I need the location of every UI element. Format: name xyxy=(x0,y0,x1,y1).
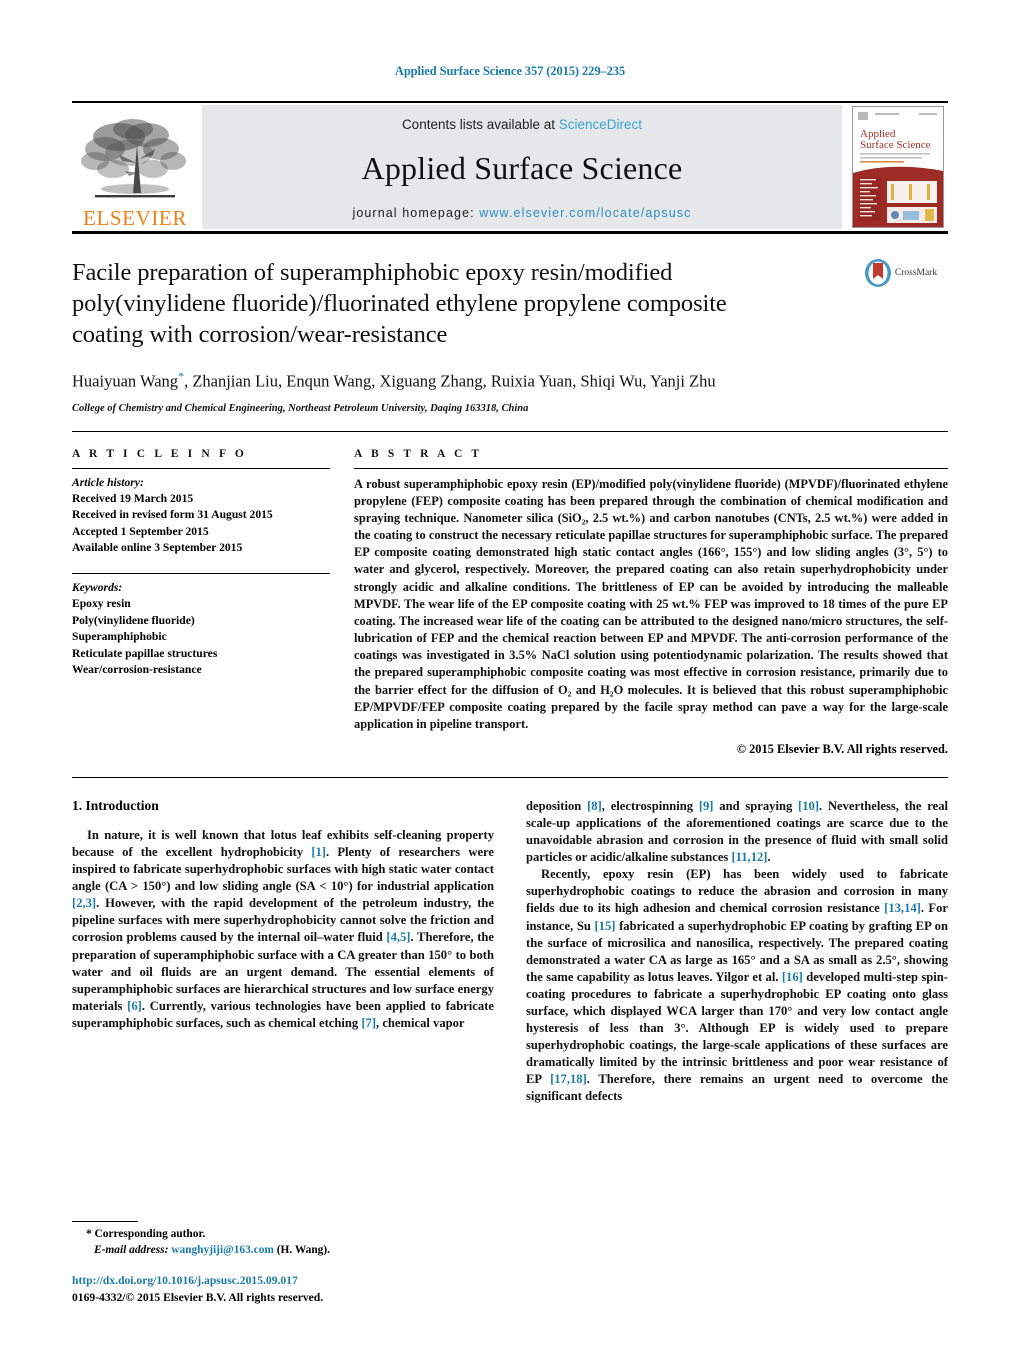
running-head: Applied Surface Science 357 (2015) 229–2… xyxy=(394,64,626,78)
citation-ref-6[interactable]: [6] xyxy=(127,999,142,1013)
history-item: Available online 3 September 2015 xyxy=(72,541,243,555)
text-run: , electrospinning xyxy=(601,799,699,814)
elsevier-tree-icon xyxy=(81,119,186,198)
footnote-text: * Corresponding author. E-mail address: … xyxy=(72,1227,496,1259)
abstract-column: A B S T R A C T A robust superamphiphobi… xyxy=(354,448,948,758)
article-info-column: A R T I C L E I N F O Article history: R… xyxy=(72,448,330,758)
affiliation: College of Chemistry and Chemical Engine… xyxy=(72,402,529,414)
body-column-left: 1. Introduction In nature, it is well kn… xyxy=(72,798,494,1105)
article-info-heading: A R T I C L E I N F O xyxy=(72,447,247,460)
crossmark-icon xyxy=(864,259,891,287)
journal-homepage-line: journal homepage: www.elsevier.com/locat… xyxy=(352,206,691,220)
citation-ref-2-3[interactable]: [2,3] xyxy=(72,896,96,910)
citation-ref-11-12[interactable]: [11,12] xyxy=(731,850,767,864)
issn-copyright-line: 0169-4332/© 2015 Elsevier B.V. All right… xyxy=(72,1291,324,1305)
citation-ref-9[interactable]: [9] xyxy=(699,799,714,813)
text-run: . Therefore, there remains an urgent nee… xyxy=(526,1072,949,1104)
journal-masthead: ELSEVIER Contents lists available at Sci… xyxy=(72,103,948,231)
footnote-corresponding-text: Corresponding author. xyxy=(91,1228,206,1241)
keyword-item: Epoxy resin xyxy=(72,597,131,611)
keyword-item: Reticulate papillae structures xyxy=(72,646,218,660)
elsevier-wordmark: ELSEVIER xyxy=(83,206,187,230)
footer-doi-block: http://dx.doi.org/10.1016/j.apsusc.2015.… xyxy=(72,1273,323,1307)
corresponding-author-note: * Corresponding author. xyxy=(72,1227,496,1243)
citation-ref-8[interactable]: [8] xyxy=(587,799,602,813)
history-item: Received 19 March 2015 xyxy=(72,491,194,505)
keyword-item: Poly(vinylidene fluoride) xyxy=(72,613,195,627)
abstract-copyright: © 2015 Elsevier B.V. All rights reserved… xyxy=(736,742,948,757)
footnote-area: * Corresponding author. E-mail address: … xyxy=(72,1221,496,1259)
email-link[interactable]: wanghyjiji@163.com xyxy=(171,1244,274,1256)
history-item: Received in revised form 31 August 2015 xyxy=(72,508,273,522)
footnote-rule xyxy=(72,1221,138,1223)
section-heading-introduction: 1. Introduction xyxy=(72,798,159,814)
citation-ref-7[interactable]: [7] xyxy=(361,1016,376,1030)
text-run: developed multi-step spin-coating proced… xyxy=(526,969,948,1087)
masthead-center: Contents lists available at ScienceDirec… xyxy=(202,105,842,229)
citation-ref-17-18[interactable]: [17,18] xyxy=(550,1072,587,1086)
paragraph-intro-right-2: Recently, epoxy resin (EP) has been wide… xyxy=(526,866,948,1105)
text-run: deposition xyxy=(526,799,588,814)
keyword-item: Superamphiphobic xyxy=(72,630,167,644)
abstract-heading: A B S T R A C T xyxy=(354,447,483,460)
crossmark-label: CrossMark xyxy=(894,268,938,278)
homepage-url-link[interactable]: www.elsevier.com/locate/apsusc xyxy=(479,206,691,220)
paragraph-intro-left: In nature, it is well known that lotus l… xyxy=(72,827,494,1032)
text-run: . xyxy=(767,850,771,865)
page-title: Facile preparation of superamphiphobic e… xyxy=(72,259,727,348)
crossmark-badge[interactable]: CrossMark xyxy=(852,258,948,288)
author-list-rest: , Zhanjian Liu, Enqun Wang, Xiguang Zhan… xyxy=(184,371,716,391)
journal-cover-image: Applied Surface Science xyxy=(852,106,944,228)
contents-available-line: Contents lists available at ScienceDirec… xyxy=(402,117,642,132)
email-label: E-mail address: xyxy=(94,1244,169,1257)
article-history-block: Article history: Received 19 March 2015 … xyxy=(72,469,330,557)
contents-prefix: Contents lists available at xyxy=(401,117,559,132)
sciencedirect-link[interactable]: ScienceDirect xyxy=(559,117,642,132)
email-owner: (H. Wang). xyxy=(273,1244,331,1257)
info-and-abstract: A R T I C L E I N F O Article history: R… xyxy=(72,432,948,758)
title-area: CrossMark Facile preparation of superamp… xyxy=(72,234,948,414)
keywords-block: Keywords: Epoxy resin Poly(vinylidene fl… xyxy=(72,574,330,679)
journal-title: Applied Surface Science xyxy=(361,150,683,187)
email-note: E-mail address: wanghyjiji@163.com (H. W… xyxy=(72,1243,496,1259)
citation-ref-10[interactable]: [10] xyxy=(798,799,819,813)
abstract-text: A robust superamphiphobic epoxy resin (E… xyxy=(354,476,948,731)
homepage-label: journal homepage: xyxy=(352,206,480,220)
citation-ref-1[interactable]: [1] xyxy=(311,845,326,859)
paragraph-intro-right-1: deposition [8], electrospinning [9] and … xyxy=(526,798,948,866)
corresponding-author-name: Huaiyuan Wang xyxy=(72,371,179,391)
body-columns: 1. Introduction In nature, it is well kn… xyxy=(72,778,948,1105)
journal-cover-art-icon: Applied Surface Science xyxy=(853,107,943,227)
history-item: Accepted 1 September 2015 xyxy=(72,524,209,538)
keywords-label: Keywords: xyxy=(72,580,123,594)
journal-cover-block: Applied Surface Science xyxy=(848,103,948,231)
citation-ref-13-14[interactable]: [13,14] xyxy=(884,901,921,915)
doi-link[interactable]: http://dx.doi.org/10.1016/j.apsusc.2015.… xyxy=(72,1273,323,1290)
elsevier-logo: ELSEVIER xyxy=(72,103,198,231)
text-run: , chemical vapor xyxy=(376,1015,465,1030)
citation-ref-15[interactable]: [15] xyxy=(594,919,615,933)
paper-page: Applied Surface Science 357 (2015) 229–2… xyxy=(0,0,1020,1351)
svg-text:Surface Science: Surface Science xyxy=(860,139,931,151)
citation-ref-16[interactable]: [16] xyxy=(782,970,803,984)
body-column-right: deposition [8], electrospinning [9] and … xyxy=(526,798,948,1105)
keyword-item: Wear/corrosion-resistance xyxy=(72,663,202,677)
citation-ref-4-5[interactable]: [4,5] xyxy=(386,930,410,944)
text-run: and spraying xyxy=(713,799,799,814)
article-history-label: Article history: xyxy=(72,475,144,489)
author-list: Huaiyuan Wang*, Zhanjian Liu, Enqun Wang… xyxy=(72,369,832,392)
